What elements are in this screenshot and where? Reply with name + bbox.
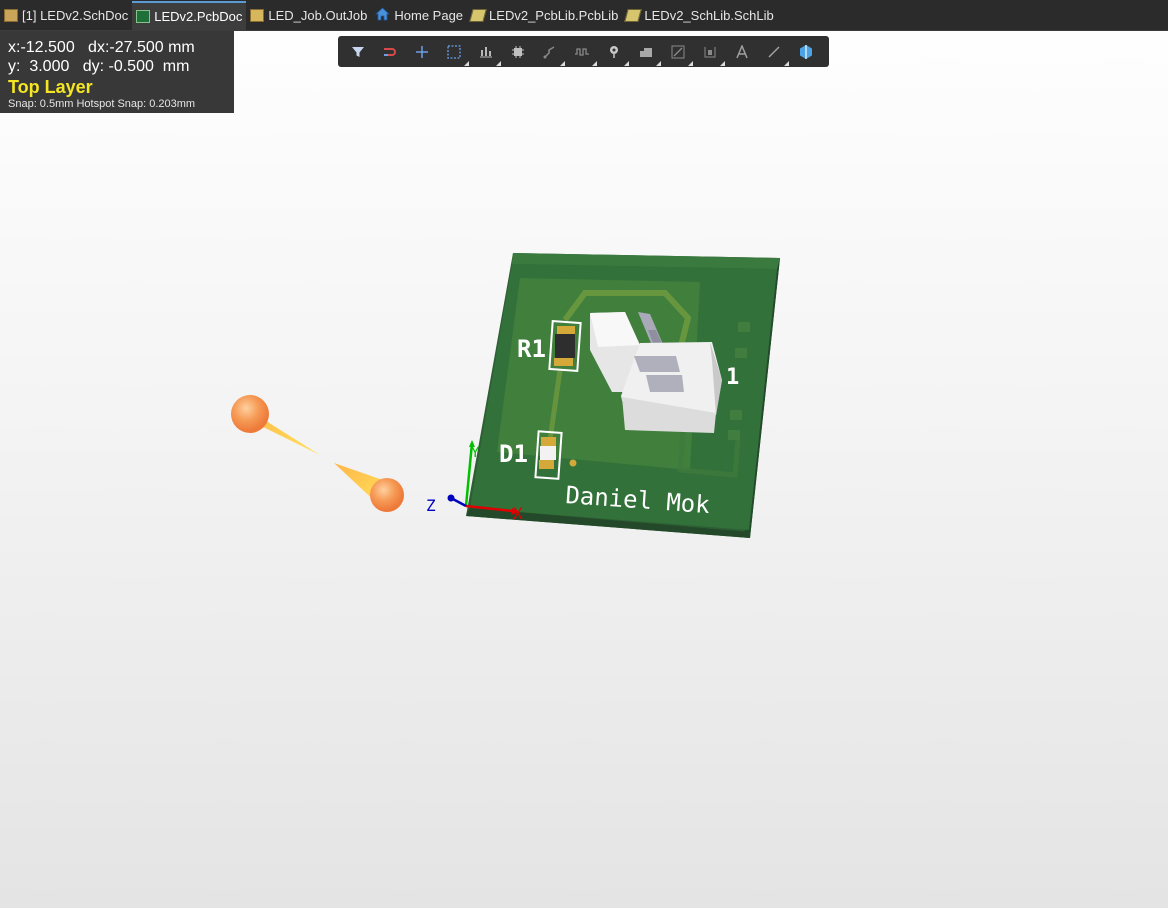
designator-d1: D1 — [499, 440, 528, 468]
tab-label: LED_Job.OutJob — [268, 8, 368, 23]
polygon-icon[interactable] — [634, 41, 661, 66]
tab-label: LEDv2.PcbDoc — [154, 9, 243, 24]
tab-home-page[interactable]: Home Page — [371, 1, 467, 30]
tune-length-icon[interactable] — [570, 41, 597, 66]
schematic-doc-icon — [4, 9, 18, 22]
axis-x-label: X — [513, 504, 523, 523]
route-icon[interactable] — [538, 41, 565, 66]
dimension-icon[interactable] — [666, 41, 693, 66]
line-icon[interactable] — [762, 41, 789, 66]
snap-info: Snap: 0.5mm Hotspot Snap: 0.203mm — [8, 98, 196, 110]
tab-label: Home Page — [394, 8, 464, 23]
shape-3d-icon[interactable] — [794, 41, 818, 63]
tab-schlib[interactable]: LEDv2_SchLib.SchLib — [622, 1, 777, 30]
current-layer-label: Top Layer — [8, 77, 93, 97]
component-icon[interactable] — [506, 41, 530, 63]
filter-icon[interactable] — [346, 41, 370, 63]
axis-y-label: Y — [471, 445, 480, 461]
axis-z-label: Z — [426, 496, 436, 515]
schematic-library-icon — [624, 9, 643, 22]
tab-pcbdoc[interactable]: LEDv2.PcbDoc — [132, 1, 247, 30]
align-icon[interactable] — [474, 41, 501, 66]
select-rect-icon[interactable] — [442, 41, 469, 66]
tab-label: LEDv2_PcbLib.PcbLib — [489, 8, 619, 23]
active-bar-toolbar — [338, 36, 829, 67]
interactive-routing-icon[interactable] — [378, 41, 402, 63]
cursor-y-readout: y: 3.000 dy: -0.500 mm — [8, 58, 190, 75]
tab-schdoc[interactable]: [1] LEDv2.SchDoc — [0, 1, 132, 30]
board-3d-view: R1 D1 1 Daniel Mok Y X Z — [231, 253, 780, 538]
home-icon — [375, 7, 391, 24]
designator-j1: 1 — [726, 365, 739, 390]
document-tab-bar: [1] LEDv2.SchDoc LEDv2.PcbDoc LED_Job.Ou… — [0, 0, 1168, 31]
heads-up-display: x:-12.500 dx:-27.500 mm y: 3.000 dy: -0.… — [0, 31, 234, 113]
via-pin-icon[interactable] — [602, 41, 629, 66]
designator-r1: R1 — [517, 335, 546, 363]
outjob-doc-icon — [250, 9, 265, 22]
pcb-library-icon — [469, 9, 487, 22]
light-source-icon — [231, 395, 404, 512]
3d-viewport[interactable]: R1 D1 1 Daniel Mok Y X Z — [0, 113, 1168, 908]
tab-label: LEDv2_SchLib.SchLib — [644, 8, 774, 23]
cross-icon[interactable] — [410, 41, 434, 63]
tab-pcblib[interactable]: LEDv2_PcbLib.PcbLib — [467, 1, 622, 30]
cursor-x-readout: x:-12.500 dx:-27.500 mm — [8, 39, 195, 56]
tab-label: [1] LEDv2.SchDoc — [22, 8, 129, 23]
pcb-doc-icon — [136, 10, 151, 23]
text-icon[interactable] — [730, 41, 754, 63]
tab-outjob[interactable]: LED_Job.OutJob — [246, 1, 371, 30]
region-icon[interactable] — [698, 41, 725, 66]
